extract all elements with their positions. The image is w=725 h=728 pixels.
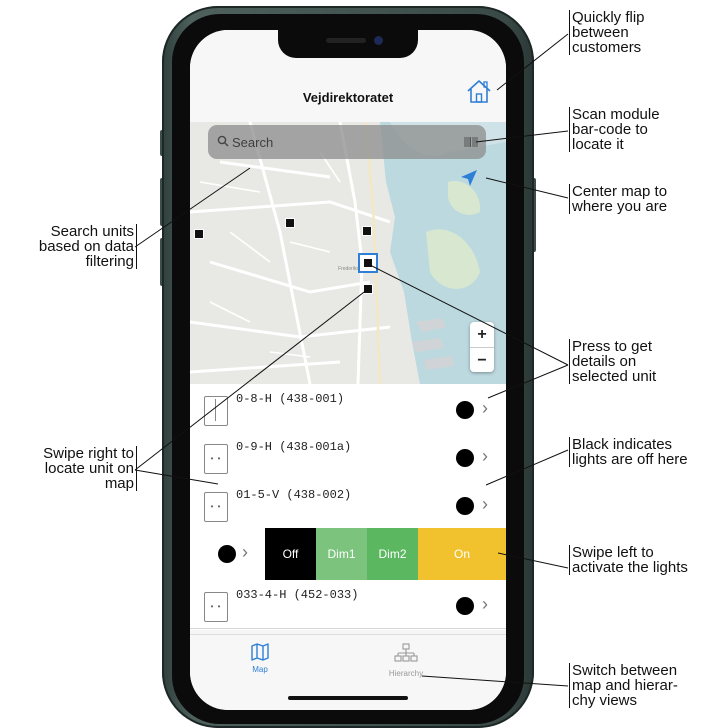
tab-hierarchy[interactable]: Hierarchy bbox=[366, 643, 446, 678]
search-input[interactable] bbox=[232, 132, 452, 152]
selected-unit-marker[interactable] bbox=[363, 258, 373, 268]
annotation-flip-customers: Quickly flip between customers bbox=[569, 10, 645, 55]
light-status-indicator bbox=[456, 497, 474, 515]
map-view[interactable]: Frederikshavn + − bbox=[190, 122, 506, 384]
map-tiles: Frederikshavn bbox=[190, 122, 506, 384]
light-status-indicator bbox=[218, 545, 236, 563]
annotation-switch-views: Switch between map and hierar- chy views bbox=[569, 663, 678, 708]
zoom-out-button[interactable]: − bbox=[470, 348, 494, 373]
zoom-control: + − bbox=[470, 322, 494, 372]
light-status-indicator bbox=[456, 597, 474, 615]
barcode-icon[interactable] bbox=[464, 136, 478, 148]
chevron-right-icon[interactable]: › bbox=[242, 542, 248, 563]
search-icon bbox=[217, 135, 229, 147]
front-camera bbox=[374, 36, 383, 45]
speaker bbox=[326, 38, 366, 43]
unit-marker[interactable] bbox=[285, 218, 295, 228]
annotation-black-off: Black indicates lights are off here bbox=[569, 437, 688, 467]
unit-name: 0-9-H (438-001a) bbox=[236, 440, 352, 454]
hierarchy-icon bbox=[394, 643, 418, 662]
module-icon bbox=[204, 396, 228, 426]
module-icon: • • bbox=[204, 444, 228, 474]
unit-marker[interactable] bbox=[363, 284, 373, 294]
annotation-swipe-left: Swipe left to activate the lights bbox=[569, 545, 688, 575]
unit-marker[interactable] bbox=[362, 226, 372, 236]
light-on-button[interactable]: On bbox=[418, 528, 506, 580]
chevron-right-icon[interactable]: › bbox=[482, 594, 488, 615]
light-off-button[interactable]: Off bbox=[265, 528, 316, 580]
chevron-right-icon[interactable]: › bbox=[482, 494, 488, 515]
tab-hierarchy-label: Hierarchy bbox=[388, 669, 424, 678]
module-icon: • • bbox=[204, 492, 228, 522]
map-icon bbox=[251, 643, 269, 661]
unit-marker[interactable] bbox=[194, 229, 204, 239]
unit-name: 01-5-V (438-002) bbox=[236, 488, 352, 502]
light-status-indicator bbox=[456, 449, 474, 467]
unit-list: 0-8-H (438-001) › • • 0-9-H (438-001a) ›… bbox=[190, 384, 506, 630]
annotation-search-units: Search units based on data filtering bbox=[4, 224, 137, 269]
module-icon: • • bbox=[204, 592, 228, 622]
swiped-list-item[interactable]: › Off Dim1 Dim2 On bbox=[190, 528, 506, 580]
tab-map[interactable]: Map bbox=[220, 643, 300, 674]
list-item[interactable]: • • 033-4-H (452-033) › bbox=[190, 580, 506, 629]
notch bbox=[278, 30, 418, 58]
list-item[interactable]: • • 0-9-H (438-001a) › bbox=[190, 432, 506, 481]
page-title: Vejdirektoratet bbox=[302, 90, 394, 105]
home-indicator bbox=[288, 696, 408, 700]
chevron-right-icon[interactable]: › bbox=[482, 446, 488, 467]
annotation-center-map: Center map to where you are bbox=[569, 184, 667, 214]
light-dim2-button[interactable]: Dim2 bbox=[367, 528, 418, 580]
tab-map-label: Map bbox=[252, 665, 268, 674]
list-item[interactable]: • • 01-5-V (438-002) › bbox=[190, 480, 506, 529]
zoom-in-button[interactable]: + bbox=[470, 322, 494, 348]
phone-screen: Vejdirektoratet Frederikshavn Search + −… bbox=[190, 30, 506, 710]
location-arrow-icon[interactable] bbox=[460, 169, 478, 187]
list-item[interactable]: 0-8-H (438-001) › bbox=[190, 384, 506, 433]
home-icon[interactable] bbox=[464, 76, 494, 106]
unit-name: 033-4-H (452-033) bbox=[236, 588, 359, 602]
unit-name: 0-8-H (438-001) bbox=[236, 392, 345, 406]
annotation-press-details: Press to get details on selected unit bbox=[569, 339, 656, 384]
chevron-right-icon[interactable]: › bbox=[482, 398, 488, 419]
light-status-indicator bbox=[456, 401, 474, 419]
search-bar[interactable] bbox=[208, 125, 486, 159]
light-dim1-button[interactable]: Dim1 bbox=[316, 528, 367, 580]
annotation-swipe-right: Swipe right to locate unit on map bbox=[4, 446, 137, 491]
annotation-scan-barcode: Scan module bar-code to locate it bbox=[569, 107, 660, 152]
